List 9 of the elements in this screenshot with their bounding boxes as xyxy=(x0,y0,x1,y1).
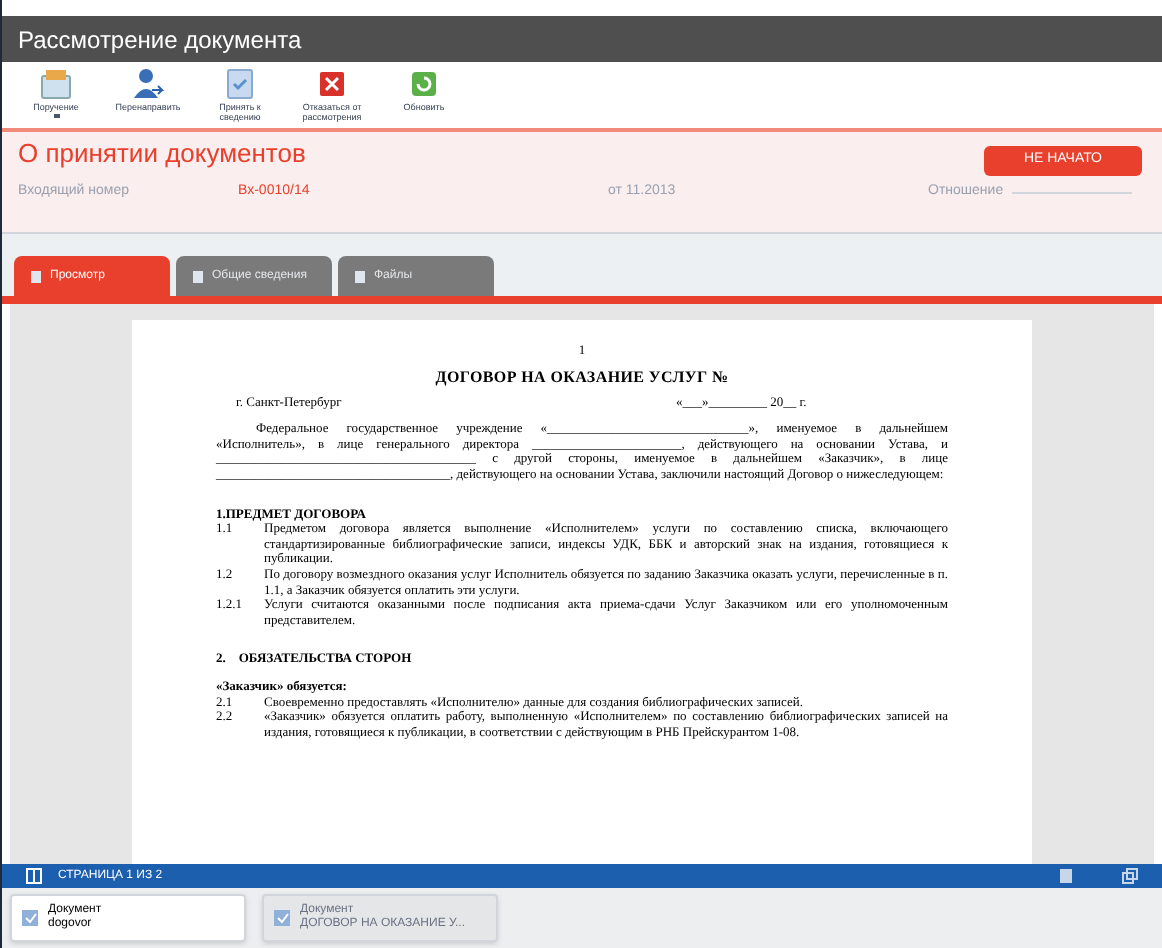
document-check-icon xyxy=(20,908,40,928)
checkmark-document-icon xyxy=(222,66,258,102)
user-arrow-icon xyxy=(130,66,166,102)
window-icon[interactable] xyxy=(1122,868,1138,884)
contract-title: ДОГОВОР НА ОКАЗАНИЕ УСЛУГ № xyxy=(433,367,731,388)
window-title: Рассмотрение документа xyxy=(18,23,302,57)
document-check-icon xyxy=(272,908,292,928)
layout-icon[interactable] xyxy=(1058,868,1074,884)
document-title: О принятии документов xyxy=(18,140,306,166)
